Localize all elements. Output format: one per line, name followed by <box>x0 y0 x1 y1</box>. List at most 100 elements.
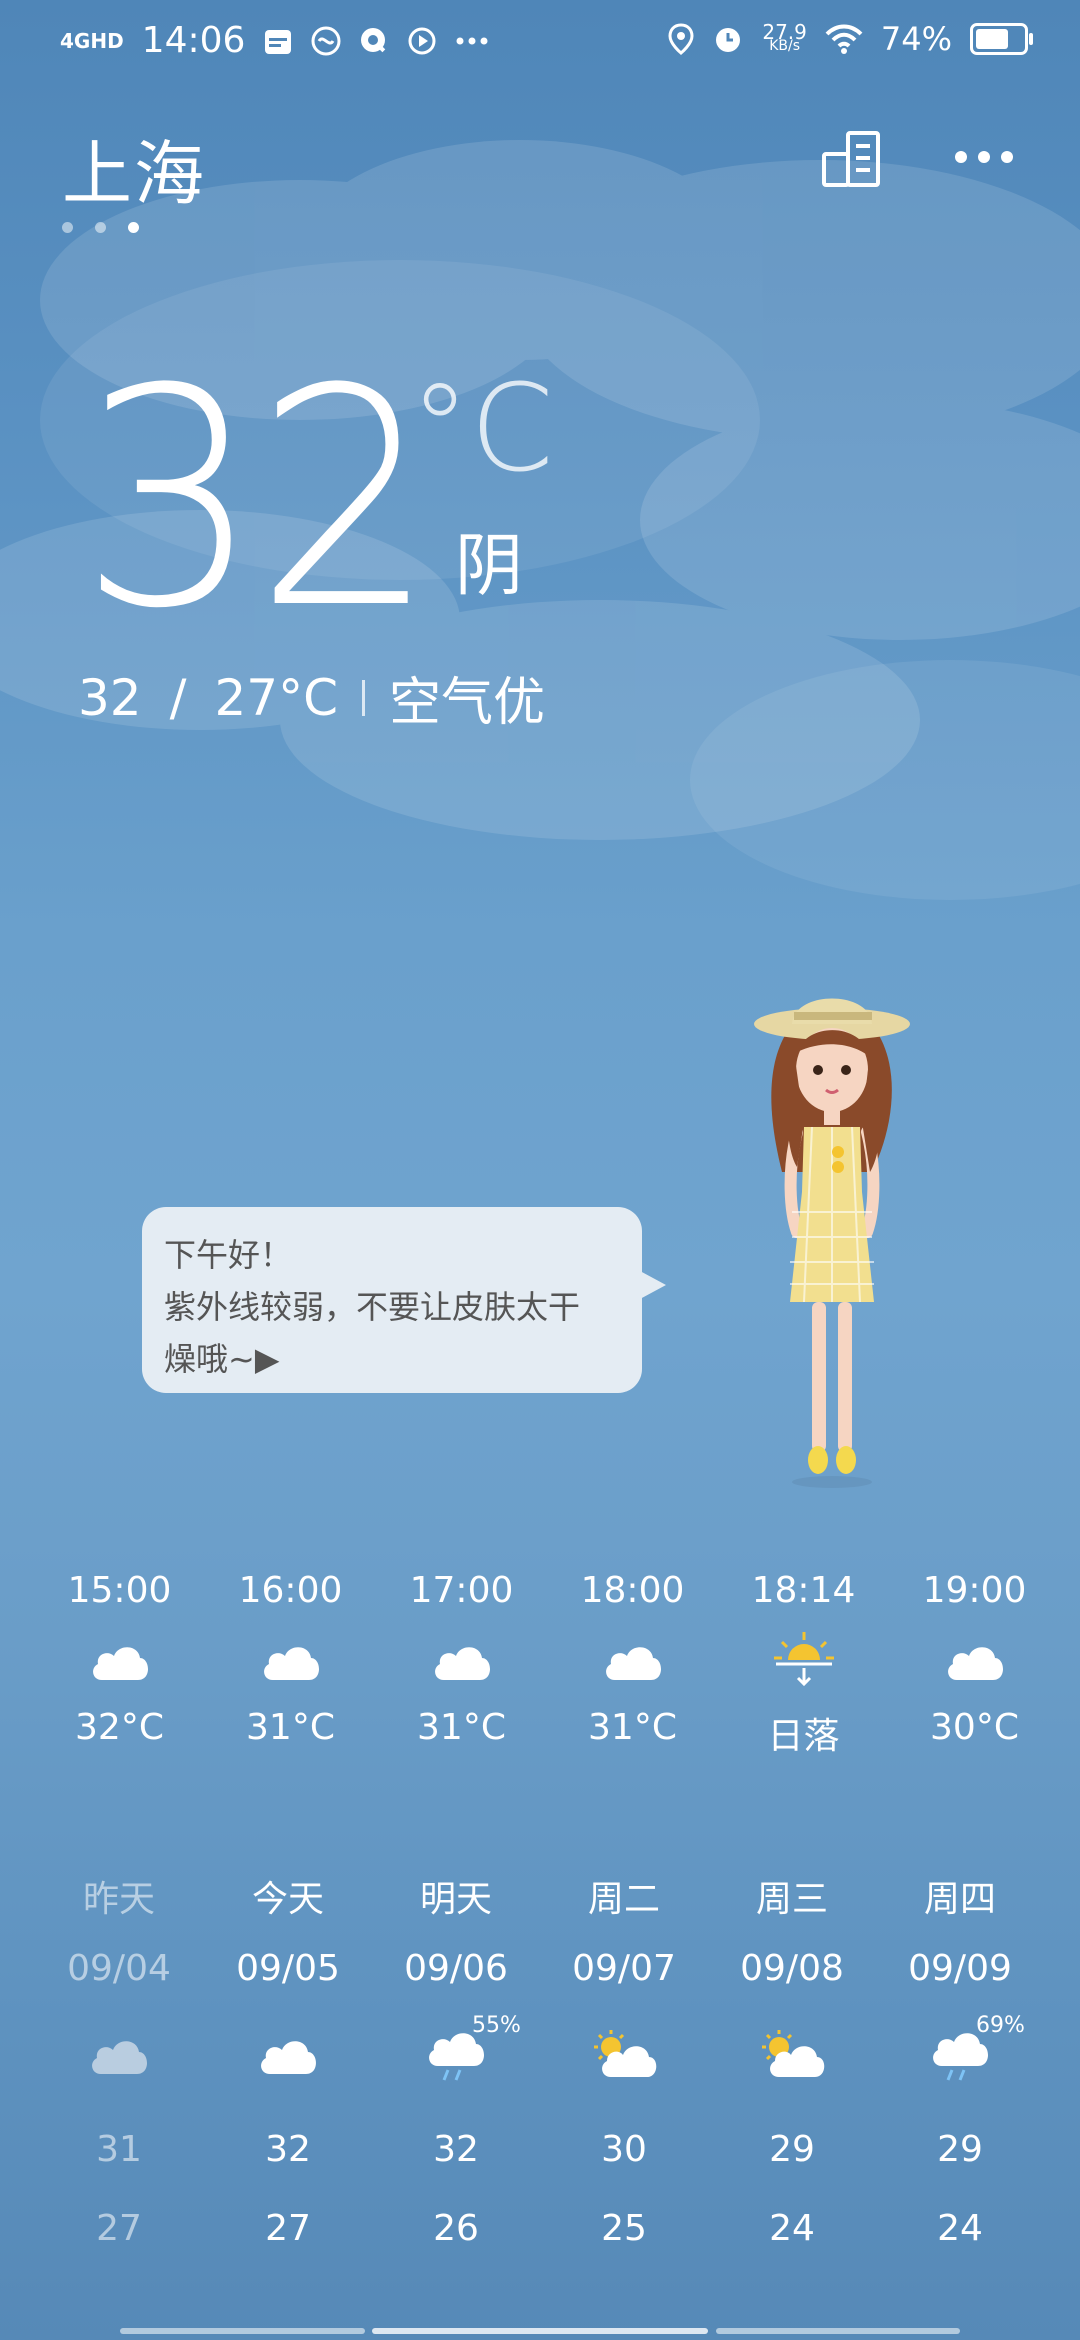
network-speed: 27.9 KB/s <box>762 20 807 54</box>
daily-item[interactable]: 周四 09/09 69% 29 24 <box>876 1870 1044 2249</box>
current-temperature: 32 <box>70 350 440 650</box>
cloud-icon <box>605 1647 661 1680</box>
scroll-indicator-segment <box>716 2328 960 2334</box>
status-bar: 4GHD 14:06 27.9 KB/s 74% <box>0 0 1080 84</box>
cloud-icon <box>92 1647 148 1680</box>
cloud-icon <box>261 2041 316 2074</box>
scroll-indicator-active <box>372 2328 708 2334</box>
hour-temp: 30°C <box>930 1707 1019 1748</box>
partly-cloudy-icon <box>594 2030 657 2077</box>
daily-item[interactable]: 昨天 09/04 31 27 <box>35 1870 203 2249</box>
day-date: 09/04 <box>67 1948 171 1989</box>
day-name: 周三 <box>755 1879 828 1920</box>
day-high: 31 <box>96 2129 142 2170</box>
video-app-icon <box>408 27 436 54</box>
hour-time: 19:00 <box>922 1570 1027 1611</box>
sunset-icon <box>773 1632 834 1687</box>
daily-item[interactable]: 明天 09/06 55% 32 26 <box>372 1870 540 2249</box>
cloud-icon <box>947 1647 1003 1680</box>
cloud-icon <box>263 1647 319 1680</box>
page-dot-active <box>128 222 139 233</box>
day-name: 周二 <box>587 1879 660 1920</box>
bubble-message: 紫外线较弱，不要让皮肤太干 <box>164 1288 581 1326</box>
hour-temp: 31°C <box>417 1707 506 1748</box>
hourly-item: 18:00 31°C <box>547 1570 718 1748</box>
alarm-icon <box>716 28 741 52</box>
sunset-label: 日落 <box>767 1716 840 1757</box>
hourly-item: 15:00 32°C <box>34 1570 205 1748</box>
cloud-icon <box>92 2041 147 2074</box>
air-quality-label[interactable]: 空气优 <box>389 660 545 735</box>
divider <box>362 679 366 716</box>
daily-item[interactable]: 周三 09/08 29 24 <box>708 1870 876 2249</box>
battery-percent: 74% <box>880 20 952 58</box>
day-date: 09/07 <box>572 1948 676 1989</box>
clock: 14:06 <box>141 20 246 61</box>
city-name[interactable]: 上海 <box>62 118 206 219</box>
range-separator: / <box>169 668 187 727</box>
hourly-item: 18:14 日落 <box>718 1570 889 1759</box>
day-name: 明天 <box>419 1879 492 1920</box>
day-low: 27 <box>96 2208 142 2249</box>
more-notifications-icon <box>456 37 488 44</box>
day-date: 09/05 <box>236 1948 340 1989</box>
day-low: 24 <box>769 2208 815 2249</box>
scroll-indicator-segment <box>120 2328 365 2334</box>
hour-temp: 31°C <box>588 1707 677 1748</box>
app-notification-icon <box>311 26 341 55</box>
hourly-item: 16:00 31°C <box>205 1570 376 1748</box>
hour-time: 18:14 <box>751 1570 856 1611</box>
weather-avatar-character[interactable] <box>742 962 922 1502</box>
temperature-range: 32 / 27°C 空气优 <box>78 660 545 735</box>
hour-time: 17:00 <box>409 1570 514 1611</box>
hour-time: 16:00 <box>238 1570 343 1611</box>
day-high: 29 <box>769 2129 815 2170</box>
network-speed-unit: KB/s <box>769 38 800 54</box>
partly-cloudy-icon <box>762 2030 825 2077</box>
day-high: 29 <box>937 2129 983 2170</box>
precipitation-probability: 69% <box>976 2013 1025 2038</box>
day-date: 09/08 <box>740 1948 844 1989</box>
hour-temp: 31°C <box>246 1707 335 1748</box>
day-low: 27 <box>265 2208 311 2249</box>
day-name: 昨天 <box>82 1879 155 1920</box>
hourly-item: 17:00 31°C <box>376 1570 547 1748</box>
weather-condition: 阴 <box>455 527 524 606</box>
precipitation-probability: 55% <box>472 2013 521 2038</box>
page-indicator <box>62 222 139 233</box>
day-low: 24 <box>937 2208 983 2249</box>
hour-temp: 32°C <box>75 1707 164 1748</box>
battery-icon <box>970 23 1033 55</box>
page-dot <box>62 222 73 233</box>
low-temperature: 27°C <box>214 668 339 727</box>
more-options-icon[interactable] <box>954 150 1014 164</box>
daily-item[interactable]: 周二 09/07 30 25 <box>540 1870 708 2249</box>
high-temperature: 32 <box>78 668 142 727</box>
location-icon <box>668 23 694 55</box>
day-high: 30 <box>601 2129 647 2170</box>
hour-time: 18:00 <box>580 1570 685 1611</box>
bubble-message-cont: 燥哦~▶ <box>164 1340 280 1378</box>
search-app-icon <box>361 27 386 52</box>
day-date: 09/09 <box>908 1948 1012 1989</box>
daily-item[interactable]: 今天 09/05 32 27 <box>204 1870 372 2249</box>
day-name: 今天 <box>251 1879 324 1920</box>
day-low: 26 <box>433 2208 479 2249</box>
day-high: 32 <box>433 2129 479 2170</box>
bubble-greeting: 下午好！ <box>164 1236 293 1274</box>
calendar-icon <box>265 29 292 54</box>
network-speed-value: 27.9 <box>762 20 807 44</box>
temperature-unit: °C <box>410 360 554 499</box>
wifi-icon <box>825 24 863 54</box>
day-name: 周四 <box>923 1879 996 1920</box>
page-dot <box>95 222 106 233</box>
network-type-label: 4GHD <box>60 28 124 53</box>
day-low: 25 <box>601 2208 647 2249</box>
city-manage-icon[interactable] <box>820 130 882 188</box>
hour-time: 15:00 <box>67 1570 172 1611</box>
hourly-item: 19:00 30°C <box>889 1570 1060 1748</box>
day-high: 32 <box>265 2129 311 2170</box>
day-date: 09/06 <box>404 1948 508 1989</box>
assistant-speech-bubble[interactable]: 下午好！ 紫外线较弱，不要让皮肤太干 燥哦~▶ <box>142 1207 666 1393</box>
cloud-icon <box>434 1647 490 1680</box>
